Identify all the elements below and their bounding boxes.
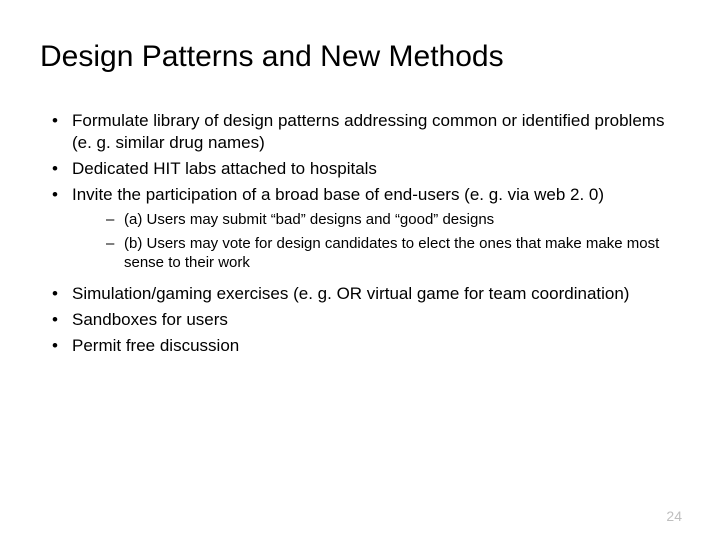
sublist: (a) Users may submit “bad” designs and “… bbox=[72, 210, 680, 273]
list-item-text: Invite the participation of a broad base… bbox=[72, 185, 604, 204]
list-item: (b) Users may vote for design candidates… bbox=[100, 234, 680, 273]
list-item: Permit free discussion bbox=[44, 335, 680, 357]
list-item: Invite the participation of a broad base… bbox=[44, 184, 680, 273]
page-number: 24 bbox=[666, 508, 682, 524]
bullet-list: Formulate library of design patterns add… bbox=[40, 110, 680, 357]
slide-title: Design Patterns and New Methods bbox=[40, 40, 680, 74]
list-item: Dedicated HIT labs attached to hospitals bbox=[44, 158, 680, 180]
list-item: Formulate library of design patterns add… bbox=[44, 110, 680, 154]
list-item: (a) Users may submit “bad” designs and “… bbox=[100, 210, 680, 230]
list-item: Sandboxes for users bbox=[44, 309, 680, 331]
list-item: Simulation/gaming exercises (e. g. OR vi… bbox=[44, 283, 680, 305]
slide: Design Patterns and New Methods Formulat… bbox=[0, 0, 720, 540]
